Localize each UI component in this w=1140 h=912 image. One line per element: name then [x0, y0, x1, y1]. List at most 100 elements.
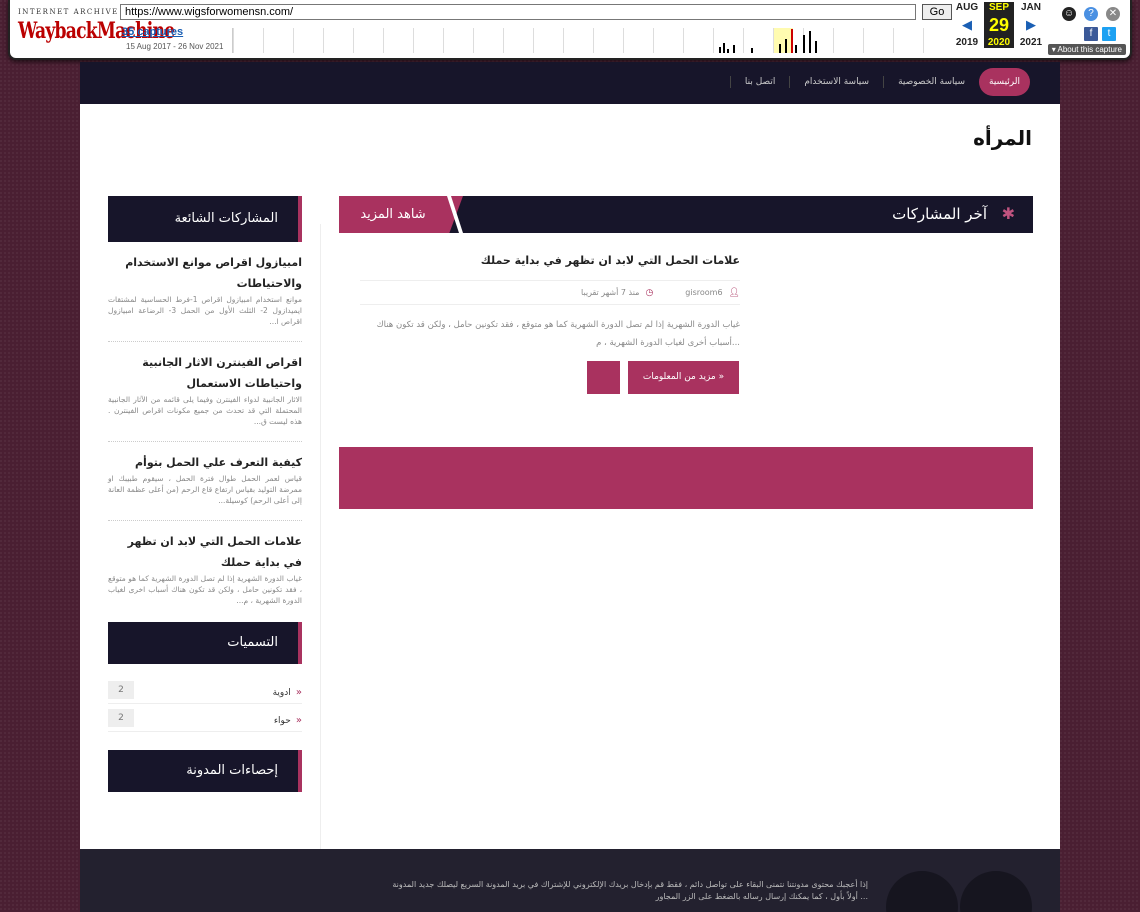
share-button[interactable]: [587, 361, 620, 394]
popular-post-title[interactable]: اقراص الفينترن الاثار الجانبية واحتياطات…: [108, 352, 302, 394]
latest-posts-title: آخر المشاركات: [892, 205, 987, 223]
label-link[interactable]: حواء »: [274, 708, 302, 727]
prev-capture[interactable]: AUG ◀ 2019: [952, 2, 982, 48]
post-author[interactable]: gisroom6: [685, 288, 722, 297]
subscribe-circle[interactable]: [886, 871, 958, 912]
popular-post: علامات الحمل التي لابد ان تظهر في بداية …: [108, 521, 302, 622]
prev-month: AUG: [955, 2, 979, 13]
sparkline-year-divider: [323, 28, 324, 53]
see-more-label: شاهد المزيد: [360, 207, 426, 222]
next-month: JAN: [1020, 2, 1041, 13]
sparkline-year-divider: [503, 28, 504, 53]
prev-arrow-icon[interactable]: ◀: [952, 13, 982, 37]
footer: إذا أعجبك محتوى مدونتنا نتمنى البقاء على…: [80, 849, 1060, 912]
current-month: SEP: [984, 2, 1014, 13]
blog-stats-header: إحصاءات المدونة: [108, 750, 302, 792]
sparkline-bar: [791, 29, 793, 53]
sparkline-bar: [795, 45, 797, 53]
popular-post: كيفية التعرف علي الحمل بتوأم قياس لعمر ا…: [108, 442, 302, 521]
label-count: 2: [108, 708, 134, 727]
prev-year[interactable]: 2019: [952, 37, 982, 48]
next-capture[interactable]: JAN ▶ 2021: [1016, 2, 1046, 48]
sparkline-year-divider: [353, 28, 354, 53]
wayback-go-button[interactable]: Go: [922, 4, 952, 20]
label-row[interactable]: 2 حواء »: [108, 704, 302, 732]
about-capture-label: About this capture: [1057, 45, 1122, 54]
next-arrow-icon[interactable]: ▶: [1016, 13, 1046, 37]
sparkline-year-divider: [893, 28, 894, 53]
sparkline-year-divider: [863, 28, 864, 53]
clock-icon: ◷: [645, 287, 654, 298]
popular-posts-header: المشاركات الشائعة: [108, 196, 302, 242]
sparkline-year-divider: [473, 28, 474, 53]
sparkline-year-divider: [263, 28, 264, 53]
sparkline-year-divider: [713, 28, 714, 53]
current-capture: SEP 29 2020: [984, 2, 1014, 48]
popular-post-title[interactable]: امبيازول اقراص موانع الاستخدام والاحتياط…: [108, 252, 302, 294]
ad-banner[interactable]: [339, 447, 1033, 509]
sparkline-bar: [803, 35, 805, 53]
twitter-icon[interactable]: t: [1102, 27, 1116, 41]
user-icon[interactable]: ☺: [1062, 7, 1076, 21]
sparkline-year-divider: [923, 28, 924, 53]
sparkline-year-divider: [233, 28, 234, 53]
sparkline-year-divider: [533, 28, 534, 53]
wayback-captures-link[interactable]: 35 captures: [122, 26, 183, 38]
popular-post: امبيازول اقراص موانع الاستخدام والاحتياط…: [108, 242, 302, 342]
sparkline-bar: [751, 48, 753, 53]
user-icon: 👤︎: [728, 287, 740, 298]
sparkline-year-divider: [623, 28, 624, 53]
wayback-url-input[interactable]: https://www.wigsforwomensn.com/: [120, 4, 916, 20]
contact-circle[interactable]: [960, 871, 1032, 912]
popular-post-excerpt: غياب الدورة الشهرية إذا لم تصل الدورة ال…: [108, 574, 302, 605]
nav-item-contact[interactable]: اتصل بنا: [729, 76, 789, 88]
nav-item-terms[interactable]: سياسة الاستخدام: [789, 76, 883, 88]
help-icon[interactable]: ?: [1084, 7, 1098, 21]
read-more-button[interactable]: مزيد من المعلومات »: [628, 361, 739, 394]
label-count: 2: [108, 680, 134, 699]
popular-post-title[interactable]: كيفية التعرف علي الحمل بتوأم: [108, 452, 302, 473]
post-meta: 👤︎ gisroom6 ◷ منذ 7 أشهر تقريبا: [360, 280, 740, 305]
facebook-icon[interactable]: f: [1084, 27, 1098, 41]
sparkline-year-divider: [683, 28, 684, 53]
site-title[interactable]: المرأه: [973, 126, 1032, 150]
about-capture-button[interactable]: ▾ About this capture: [1047, 44, 1126, 55]
next-year[interactable]: 2021: [1016, 37, 1046, 48]
post-excerpt: غياب الدورة الشهرية إذا لم تصل الدورة ال…: [376, 320, 740, 348]
sparkline-year-divider: [743, 28, 744, 53]
sparkline-highlight: [773, 28, 793, 53]
close-icon[interactable]: ✕: [1106, 7, 1120, 21]
wayback-logo-caption: INTERNET ARCHIVE: [18, 8, 119, 16]
label-row[interactable]: 2 ادوية »: [108, 676, 302, 704]
double-chevron-icon: »: [295, 715, 302, 726]
post-time: منذ 7 أشهر تقريبا: [581, 288, 640, 297]
current-year: 2020: [984, 37, 1014, 48]
wayback-sparkline[interactable]: [232, 28, 952, 53]
post-title[interactable]: علامات الحمل التي لابد ان تظهر في بداية …: [481, 254, 740, 267]
popular-post-title[interactable]: علامات الحمل التي لابد ان تظهر في بداية …: [108, 531, 302, 573]
sparkline-year-divider: [773, 28, 774, 53]
sparkline-bar: [723, 43, 725, 53]
latest-posts-header: شاهد المزيد آخر المشاركات ✱: [339, 196, 1033, 233]
sparkline-bar: [779, 44, 781, 53]
sparkline-bar: [809, 31, 811, 53]
current-day: 29: [984, 13, 1014, 37]
labels-header: التسميات: [108, 622, 302, 664]
sidebar-divider: [320, 224, 321, 849]
sparkline-year-divider: [653, 28, 654, 53]
nav-item-home[interactable]: الرئيسية: [979, 68, 1030, 96]
double-chevron-icon: »: [295, 687, 302, 698]
sparkline-bar: [815, 41, 817, 53]
sparkline-bar: [733, 45, 735, 53]
nav-item-privacy[interactable]: سياسة الخصوصية: [883, 76, 979, 88]
see-more-button[interactable]: شاهد المزيد: [339, 196, 463, 233]
sparkline-year-divider: [563, 28, 564, 53]
sparkline-year-divider: [593, 28, 594, 53]
label-link[interactable]: ادوية »: [273, 680, 302, 699]
sparkline-year-divider: [833, 28, 834, 53]
sparkline-year-divider: [383, 28, 384, 53]
popular-post-excerpt: قياس لعمر الحمل طوال فترة الحمل ، سيقوم …: [108, 474, 302, 505]
sparkline-bar: [785, 39, 787, 53]
sidebar: المشاركات الشائعة امبيازول اقراص موانع ا…: [108, 196, 302, 792]
page-content: المرأه شاهد المزيد آخر المشاركات ✱ علاما…: [80, 104, 1060, 849]
